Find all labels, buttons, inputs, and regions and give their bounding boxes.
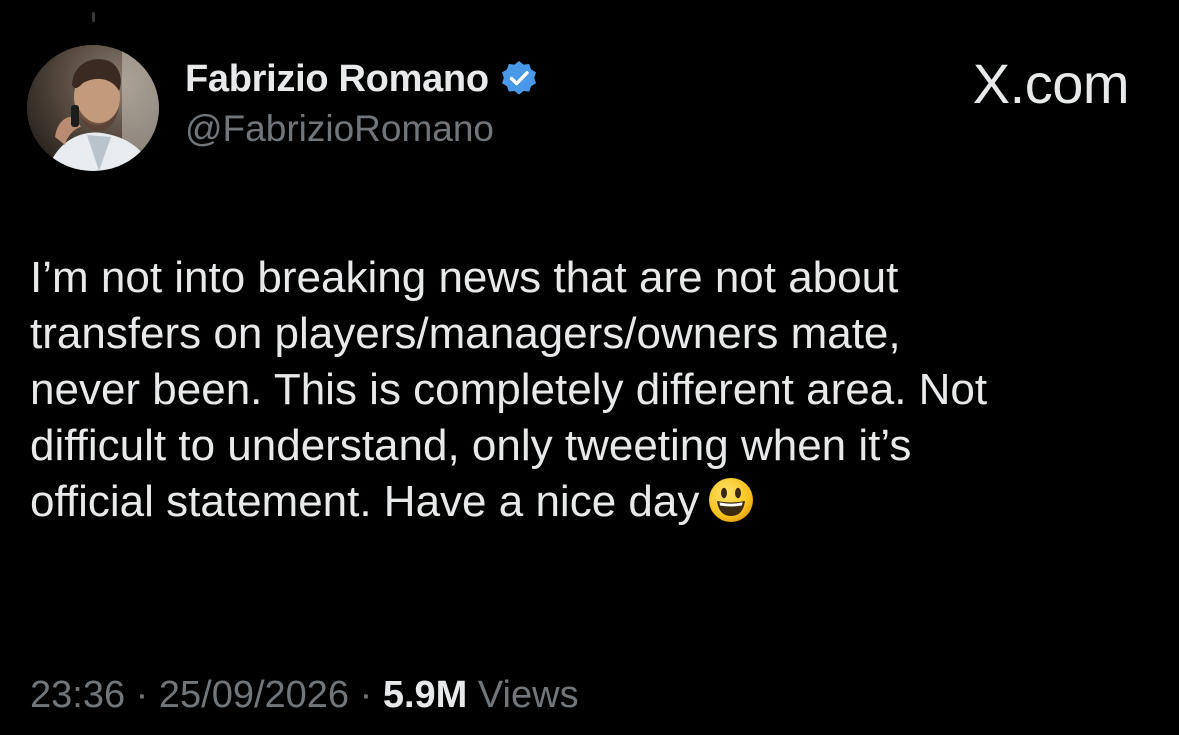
views-label: Views (477, 674, 579, 716)
tweet-line: official statement. Have a nice day (30, 477, 700, 526)
meta-separator: · (135, 674, 149, 716)
verified-badge-icon (499, 59, 539, 99)
tweet-date[interactable]: 25/09/2026 (159, 674, 349, 716)
author-name[interactable]: Fabrizio Romano (185, 58, 489, 101)
author-header: Fabrizio Romano (185, 56, 539, 102)
top-tick-mark (92, 12, 95, 22)
smiling-face-icon (707, 476, 763, 524)
tweet-line: I’m not into breaking news that are not … (30, 253, 899, 302)
meta-separator: · (359, 674, 373, 716)
x-brand-logo: X.com (972, 52, 1130, 115)
tweet-meta: 23:36 · 25/09/2026 · 5.9M Views (30, 672, 579, 718)
tweet-body: I’m not into breaking news that are not … (30, 250, 1160, 530)
tweet-line: never been. This is completely different… (30, 365, 988, 414)
author-avatar[interactable] (27, 45, 159, 171)
tweet-line: difficult to understand, only tweeting w… (30, 421, 912, 470)
views-count[interactable]: 5.9M (383, 674, 467, 716)
avatar-portrait-icon (27, 45, 159, 171)
tweet-last-line: official statement. Have a nice day (30, 474, 1160, 530)
tweet-line: transfers on players/managers/owners mat… (30, 309, 901, 358)
tweet-time[interactable]: 23:36 (30, 674, 125, 716)
author-handle[interactable]: @FabrizioRomano (185, 108, 494, 150)
